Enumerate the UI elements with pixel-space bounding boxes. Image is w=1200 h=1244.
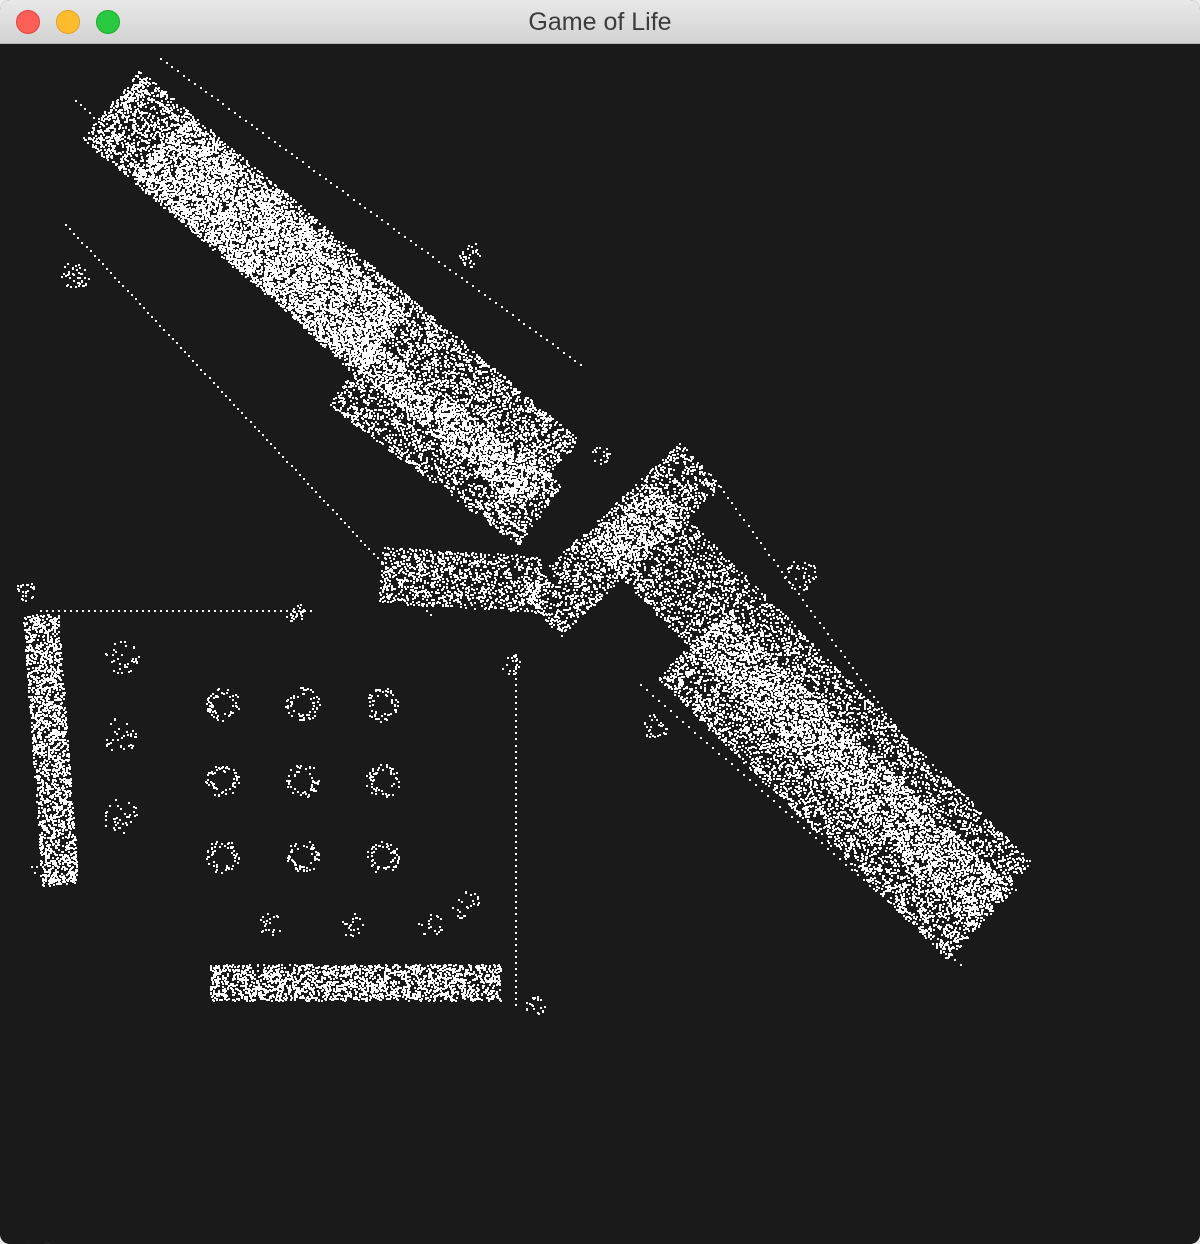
window-title: Game of Life [528,8,672,36]
cell-grid [17,58,1031,1015]
title-bar[interactable]: Game of Life [0,0,1200,44]
live-cells [17,58,1031,1015]
life-canvas[interactable]: 2fps [0,44,1200,1244]
fps-counter: 2fps [20,1240,83,1244]
app-window: Game of Life 2fps [0,0,1200,1244]
